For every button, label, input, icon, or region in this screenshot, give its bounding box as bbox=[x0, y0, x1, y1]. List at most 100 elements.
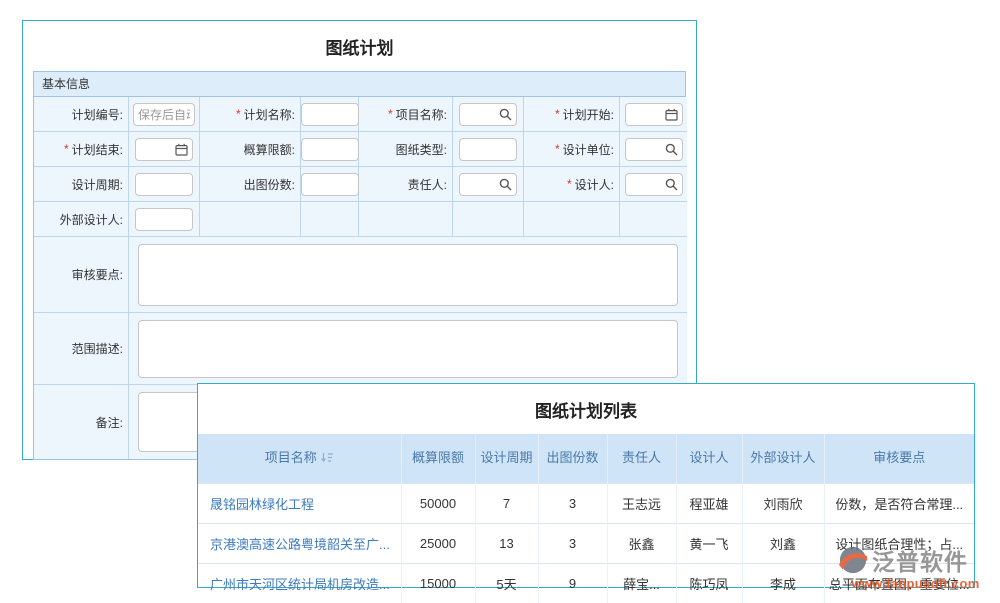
cell-external: 李成 bbox=[742, 563, 824, 603]
cell-review-points: 份数，是否符合常理... bbox=[824, 483, 974, 523]
cell-designer: 陈巧凤 bbox=[676, 563, 742, 603]
col-header-project-name[interactable]: 项目名称 bbox=[198, 434, 401, 483]
required-star: * bbox=[555, 142, 560, 156]
required-star: * bbox=[64, 142, 69, 156]
empty-cell bbox=[620, 202, 687, 237]
plan-no-label: 计划编号: bbox=[34, 97, 129, 132]
plan-name-input[interactable] bbox=[301, 103, 359, 126]
external-designer-label: 外部设计人: bbox=[34, 202, 129, 237]
form-row-3: 设计周期: 出图份数: 责任人: *设计人: bbox=[34, 167, 685, 202]
form-row-review-points: 审核要点: bbox=[34, 237, 685, 313]
plan-end-cell bbox=[129, 132, 200, 167]
cell-budget: 15000 bbox=[401, 563, 475, 603]
search-icon[interactable] bbox=[499, 108, 512, 121]
plan-no-input[interactable] bbox=[133, 103, 195, 126]
project-name-cell bbox=[453, 97, 524, 132]
cell-period: 13 bbox=[475, 523, 538, 563]
cell-owner: 张鑫 bbox=[607, 523, 676, 563]
empty-cell bbox=[524, 202, 620, 237]
plan-start-label: *计划开始: bbox=[524, 97, 620, 132]
plan-start-cell bbox=[620, 97, 687, 132]
design-period-label: 设计周期: bbox=[34, 167, 129, 202]
watermark-brand: 泛普软件 bbox=[872, 543, 968, 577]
cell-period: 5天 bbox=[475, 563, 538, 603]
project-link[interactable]: 广州市天河区统计局机房改造... bbox=[198, 563, 401, 603]
watermark-url: www.fanpusoft.com bbox=[838, 576, 993, 591]
list-window-title: 图纸计划列表 bbox=[198, 384, 974, 434]
project-name-label: *项目名称: bbox=[359, 97, 453, 132]
budget-limit-cell bbox=[301, 132, 359, 167]
drawing-type-label: 图纸类型: bbox=[359, 132, 453, 167]
empty-cell bbox=[301, 202, 359, 237]
copies-input[interactable] bbox=[301, 173, 359, 196]
budget-limit-label: 概算限额: bbox=[200, 132, 301, 167]
owner-cell bbox=[453, 167, 524, 202]
cell-period: 7 bbox=[475, 483, 538, 523]
design-period-input[interactable] bbox=[135, 173, 193, 196]
review-points-cell bbox=[129, 237, 687, 313]
form-row-scope-desc: 范围描述: bbox=[34, 313, 685, 385]
col-header-designer[interactable]: 设计人 bbox=[676, 434, 742, 483]
owner-label: 责任人: bbox=[359, 167, 453, 202]
drawing-type-input[interactable] bbox=[459, 138, 517, 161]
table-header-row: 项目名称 概算限额 设计周期 出图份数 责任人 设计人 外部设计人 审核要点 bbox=[198, 434, 974, 483]
scope-desc-cell bbox=[129, 313, 687, 385]
col-header-copies[interactable]: 出图份数 bbox=[538, 434, 607, 483]
cell-budget: 50000 bbox=[401, 483, 475, 523]
cell-external: 刘雨欣 bbox=[742, 483, 824, 523]
required-star: * bbox=[567, 177, 572, 191]
cell-external: 刘鑫 bbox=[742, 523, 824, 563]
calendar-icon[interactable] bbox=[175, 143, 188, 156]
cell-budget: 25000 bbox=[401, 523, 475, 563]
required-star: * bbox=[236, 107, 241, 121]
empty-cell bbox=[453, 202, 524, 237]
form-row-1: 计划编号: *计划名称: *项目名称: *计划开始: bbox=[34, 97, 685, 132]
col-header-review-points[interactable]: 审核要点 bbox=[824, 434, 974, 483]
project-link[interactable]: 京港澳高速公路粤境韶关至广... bbox=[198, 523, 401, 563]
form-row-2: *计划结束: 概算限额: 图纸类型: *设计单位: bbox=[34, 132, 685, 167]
search-icon[interactable] bbox=[499, 178, 512, 191]
designer-cell bbox=[620, 167, 687, 202]
design-unit-label: *设计单位: bbox=[524, 132, 620, 167]
budget-limit-input[interactable] bbox=[301, 138, 359, 161]
col-header-owner[interactable]: 责任人 bbox=[607, 434, 676, 483]
design-unit-cell bbox=[620, 132, 687, 167]
cell-owner: 王志远 bbox=[607, 483, 676, 523]
required-star: * bbox=[388, 107, 393, 121]
remark-label: 备注: bbox=[34, 385, 129, 459]
col-header-external-designer[interactable]: 外部设计人 bbox=[742, 434, 824, 483]
basic-info-section-header: 基本信息 bbox=[34, 72, 685, 97]
plan-name-cell bbox=[301, 97, 359, 132]
scope-desc-textarea[interactable] bbox=[138, 320, 678, 378]
empty-cell bbox=[200, 202, 301, 237]
cell-designer: 黄一飞 bbox=[676, 523, 742, 563]
review-points-textarea[interactable] bbox=[138, 244, 678, 306]
empty-cell bbox=[359, 202, 453, 237]
sort-icon[interactable] bbox=[321, 452, 334, 463]
calendar-icon[interactable] bbox=[665, 108, 678, 121]
cell-copies: 9 bbox=[538, 563, 607, 603]
plan-end-label: *计划结束: bbox=[34, 132, 129, 167]
required-star: * bbox=[555, 107, 560, 121]
cell-copies: 3 bbox=[538, 523, 607, 563]
form-row-4: 外部设计人: bbox=[34, 202, 685, 237]
cell-copies: 3 bbox=[538, 483, 607, 523]
cell-designer: 程亚雄 bbox=[676, 483, 742, 523]
design-period-cell bbox=[129, 167, 200, 202]
external-designer-cell bbox=[129, 202, 200, 237]
plan-name-label: *计划名称: bbox=[200, 97, 301, 132]
drawing-type-cell bbox=[453, 132, 524, 167]
col-header-design-period[interactable]: 设计周期 bbox=[475, 434, 538, 483]
cell-owner: 薛宝... bbox=[607, 563, 676, 603]
external-designer-input[interactable] bbox=[135, 208, 193, 231]
col-header-budget-limit[interactable]: 概算限额 bbox=[401, 434, 475, 483]
scope-desc-label: 范围描述: bbox=[34, 313, 129, 385]
review-points-label: 审核要点: bbox=[34, 237, 129, 313]
copies-label: 出图份数: bbox=[200, 167, 301, 202]
fanpu-logo-icon bbox=[838, 545, 868, 575]
copies-cell bbox=[301, 167, 359, 202]
table-row: 晟铭园林绿化工程 50000 7 3 王志远 程亚雄 刘雨欣 份数，是否符合常理… bbox=[198, 483, 974, 523]
search-icon[interactable] bbox=[665, 178, 678, 191]
search-icon[interactable] bbox=[665, 143, 678, 156]
project-link[interactable]: 晟铭园林绿化工程 bbox=[198, 483, 401, 523]
